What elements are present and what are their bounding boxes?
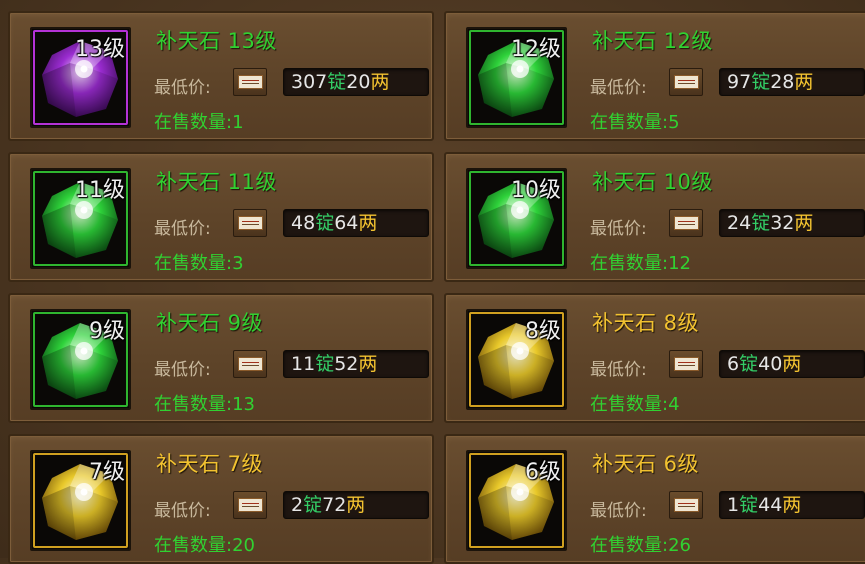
ticket-icon [669, 491, 703, 519]
item-card-7级[interactable]: 7级 补天石 7级 最低价: 2锭72两 在售数量:20 [8, 434, 434, 564]
item-icon-frame[interactable]: 8级 [466, 309, 567, 410]
level-tag: 8级 [525, 319, 561, 344]
ticket-icon [669, 68, 703, 96]
price-box: 11锭52两 [283, 350, 429, 378]
ding-unit: 锭 [739, 494, 759, 516]
on-sale-count: 在售数量:12 [590, 253, 691, 274]
liang-unit: 两 [794, 71, 814, 93]
price-ding-value: 2 [291, 494, 304, 516]
liang-unit: 两 [782, 353, 802, 375]
item-name[interactable]: 补天石 6级 [592, 448, 699, 478]
liang-unit: 两 [358, 353, 378, 375]
item-card-11级[interactable]: 11级 补天石 11级 最低价: 48锭64两 在售数量:3 [8, 152, 434, 282]
on-sale-count: 在售数量:3 [154, 253, 244, 274]
item-name[interactable]: 补天石 13级 [156, 25, 277, 55]
price-box: 2锭72两 [283, 491, 429, 519]
on-sale-count: 在售数量:13 [154, 394, 255, 415]
item-icon-frame[interactable]: 11级 [30, 168, 131, 269]
price-liang-value: 44 [758, 494, 783, 516]
level-tag: 12级 [511, 37, 561, 62]
price-liang-value: 20 [346, 71, 371, 93]
liang-unit: 两 [358, 212, 378, 234]
ticket-icon [233, 209, 267, 237]
price-liang-value: 32 [770, 212, 795, 234]
price-label: 最低价: [590, 78, 647, 98]
price-box: 24锭32两 [719, 209, 865, 237]
item-card-8级[interactable]: 8级 补天石 8级 最低价: 6锭40两 在售数量:4 [444, 293, 865, 423]
price-label: 最低价: [590, 360, 647, 380]
price-liang-value: 64 [334, 212, 359, 234]
level-tag: 6级 [525, 460, 561, 485]
price-label: 最低价: [154, 78, 211, 98]
price-box: 97锭28两 [719, 68, 865, 96]
item-card-12级[interactable]: 12级 补天石 12级 最低价: 97锭28两 在售数量:5 [444, 11, 865, 141]
ding-unit: 锭 [751, 71, 771, 93]
level-tag: 10级 [511, 178, 561, 203]
price-ding-value: 11 [291, 353, 316, 375]
level-tag: 9级 [89, 319, 125, 344]
item-icon-frame[interactable]: 9级 [30, 309, 131, 410]
price-label: 最低价: [154, 219, 211, 239]
liang-unit: 两 [370, 71, 390, 93]
on-sale-count: 在售数量:26 [590, 535, 691, 556]
ticket-icon [669, 209, 703, 237]
level-tag: 7级 [89, 460, 125, 485]
item-card-9级[interactable]: 9级 补天石 9级 最低价: 11锭52两 在售数量:13 [8, 293, 434, 423]
item-name[interactable]: 补天石 8级 [592, 307, 699, 337]
liang-unit: 两 [782, 494, 802, 516]
item-icon-frame[interactable]: 13级 [30, 27, 131, 128]
price-label: 最低价: [590, 501, 647, 521]
on-sale-count: 在售数量:4 [590, 394, 680, 415]
price-ding-value: 307 [291, 71, 328, 93]
item-name[interactable]: 补天石 12级 [592, 25, 713, 55]
item-icon-frame[interactable]: 12级 [466, 27, 567, 128]
on-sale-count: 在售数量:5 [590, 112, 680, 133]
level-tag: 11级 [75, 178, 125, 203]
price-ding-value: 1 [727, 494, 740, 516]
item-card-13级[interactable]: 13级 补天石 13级 最低价: 307锭20两 在售数量:1 [8, 11, 434, 141]
ticket-icon [233, 68, 267, 96]
price-label: 最低价: [154, 360, 211, 380]
item-card-6级[interactable]: 6级 补天石 6级 最低价: 1锭44两 在售数量:26 [444, 434, 865, 564]
liang-unit: 两 [794, 212, 814, 234]
ding-unit: 锭 [327, 71, 347, 93]
price-box: 48锭64两 [283, 209, 429, 237]
price-ding-value: 24 [727, 212, 752, 234]
item-name[interactable]: 补天石 9级 [156, 307, 263, 337]
item-card-10级[interactable]: 10级 补天石 10级 最低价: 24锭32两 在售数量:12 [444, 152, 865, 282]
price-ding-value: 6 [727, 353, 740, 375]
ding-unit: 锭 [739, 353, 759, 375]
price-ding-value: 97 [727, 71, 752, 93]
price-liang-value: 52 [334, 353, 359, 375]
ding-unit: 锭 [315, 353, 335, 375]
item-icon-frame[interactable]: 6级 [466, 450, 567, 551]
price-liang-value: 40 [758, 353, 783, 375]
price-ding-value: 48 [291, 212, 316, 234]
item-listing-grid: 13级 补天石 13级 最低价: 307锭20两 在售数量:1 12级 补天石 … [0, 0, 865, 564]
item-name[interactable]: 补天石 10级 [592, 166, 713, 196]
ding-unit: 锭 [751, 212, 771, 234]
on-sale-count: 在售数量:20 [154, 535, 255, 556]
ding-unit: 锭 [303, 494, 323, 516]
price-liang-value: 28 [770, 71, 795, 93]
price-label: 最低价: [590, 219, 647, 239]
liang-unit: 两 [346, 494, 366, 516]
price-label: 最低价: [154, 501, 211, 521]
item-icon-frame[interactable]: 10级 [466, 168, 567, 269]
level-tag: 13级 [75, 37, 125, 62]
ticket-icon [233, 350, 267, 378]
item-name[interactable]: 补天石 11级 [156, 166, 277, 196]
ding-unit: 锭 [315, 212, 335, 234]
item-icon-frame[interactable]: 7级 [30, 450, 131, 551]
item-name[interactable]: 补天石 7级 [156, 448, 263, 478]
on-sale-count: 在售数量:1 [154, 112, 244, 133]
ticket-icon [233, 491, 267, 519]
price-box: 6锭40两 [719, 350, 865, 378]
price-box: 307锭20两 [283, 68, 429, 96]
ticket-icon [669, 350, 703, 378]
price-box: 1锭44两 [719, 491, 865, 519]
price-liang-value: 72 [322, 494, 347, 516]
